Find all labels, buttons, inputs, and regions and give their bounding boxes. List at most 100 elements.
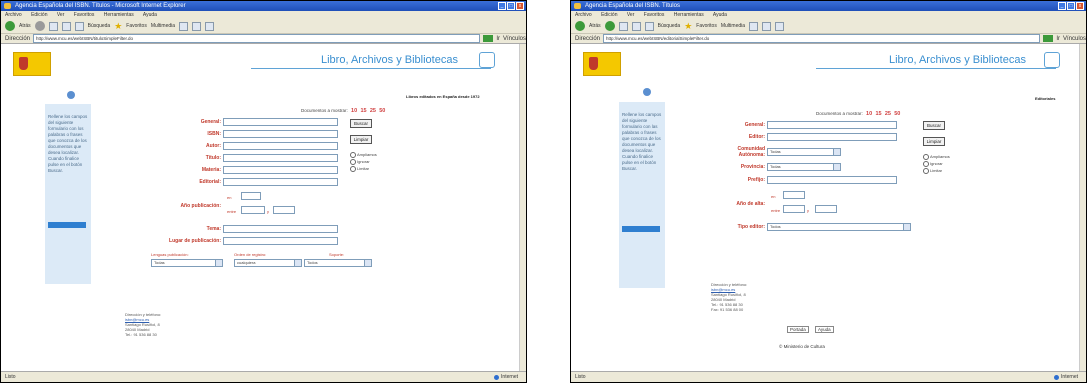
history-icon[interactable] <box>749 21 759 31</box>
multimedia-button[interactable]: Multimedia <box>151 23 175 29</box>
menu-archivo[interactable]: Archivo <box>5 12 22 18</box>
favorites-icon[interactable]: ★ <box>684 21 692 31</box>
year-from-input[interactable] <box>783 205 805 213</box>
year-from-input[interactable] <box>241 206 265 214</box>
radio-ampliamos[interactable]: Ampliamos <box>350 152 377 158</box>
forward-icon[interactable] <box>34 21 45 31</box>
menu-herramientas[interactable]: Herramientas <box>674 12 704 18</box>
print-icon[interactable] <box>205 21 215 31</box>
year-to-input[interactable] <box>815 205 837 213</box>
back-label[interactable]: Atrás <box>19 23 31 29</box>
favorites-icon[interactable]: ★ <box>114 21 122 31</box>
radio-ignorar[interactable]: Ignorar <box>923 161 943 167</box>
materia-input[interactable] <box>223 166 338 174</box>
radio-limitar[interactable]: Limitar <box>350 166 369 172</box>
pager-portada[interactable]: Portada <box>787 326 809 333</box>
title-bar[interactable]: Agencia Española del ISBN. Títulos - Mic… <box>1 1 526 11</box>
menu-ver[interactable]: Ver <box>57 12 65 18</box>
lenguas-select[interactable]: Todas <box>151 259 223 267</box>
menu-archivo[interactable]: Archivo <box>575 12 592 18</box>
clear-button[interactable]: Limpiar <box>923 137 945 146</box>
menu-favoritos[interactable]: Favoritos <box>74 12 95 18</box>
docs-option-10[interactable]: 10 <box>351 108 357 114</box>
go-label[interactable]: Ir <box>496 36 500 42</box>
search-button[interactable]: Buscar <box>923 121 945 130</box>
docs-option-50[interactable]: 50 <box>379 108 385 114</box>
title-bar[interactable]: Agencia Española del ISBN. Títulos _ □ x <box>571 1 1086 11</box>
back-icon[interactable] <box>5 21 15 31</box>
sidebar-button[interactable] <box>48 222 86 228</box>
refresh-icon[interactable] <box>61 21 71 31</box>
editorial-input[interactable] <box>223 178 338 186</box>
year-exact-input[interactable] <box>241 192 261 200</box>
url-input[interactable]: http://www.mcu.es/webISBN/tituloSimpleFi… <box>33 34 481 43</box>
go-label[interactable]: Ir <box>1056 36 1060 42</box>
menu-ver[interactable]: Ver <box>627 12 635 18</box>
forward-icon[interactable] <box>604 21 615 31</box>
lugar-publicacion-input[interactable] <box>223 237 338 245</box>
menu-edicion[interactable]: Edición <box>31 12 47 18</box>
docs-option-25[interactable]: 25 <box>370 108 376 114</box>
url-input[interactable]: http://www.mcu.es/webISBN/editorialSimpl… <box>603 34 1041 43</box>
maximize-button[interactable]: □ <box>1067 2 1075 10</box>
menu-herramientas[interactable]: Herramientas <box>104 12 134 18</box>
general-input[interactable] <box>767 121 897 129</box>
menu-edicion[interactable]: Edición <box>601 12 617 18</box>
maximize-button[interactable]: □ <box>507 2 515 10</box>
search-button[interactable]: Búsqueda <box>88 23 111 29</box>
search-button[interactable]: Buscar <box>350 119 372 128</box>
history-icon[interactable] <box>179 21 189 31</box>
back-label[interactable]: Atrás <box>589 23 601 29</box>
docs-option-15[interactable]: 15 <box>360 108 366 114</box>
general-input[interactable] <box>223 118 338 126</box>
go-button[interactable] <box>483 35 494 42</box>
titulo-input[interactable] <box>223 154 338 162</box>
docs-option-25[interactable]: 25 <box>885 111 891 117</box>
go-button[interactable] <box>1043 35 1054 42</box>
minimize-button[interactable]: _ <box>498 2 506 10</box>
isbn-input[interactable] <box>223 130 338 138</box>
stop-icon[interactable] <box>618 21 628 31</box>
year-exact-input[interactable] <box>783 191 805 199</box>
provincia-select[interactable]: Todas <box>767 163 841 171</box>
refresh-icon[interactable] <box>631 21 641 31</box>
back-icon[interactable] <box>575 21 585 31</box>
favorites-button[interactable]: Favoritos <box>126 23 147 29</box>
radio-ampliamos[interactable]: Ampliamos <box>923 154 950 160</box>
vertical-scrollbar[interactable] <box>519 44 526 372</box>
clear-button[interactable]: Limpiar <box>350 135 372 144</box>
editor-input[interactable] <box>767 133 897 141</box>
radio-limitar[interactable]: Limitar <box>923 168 942 174</box>
tema-input[interactable] <box>223 225 338 233</box>
docs-option-10[interactable]: 10 <box>866 111 872 117</box>
soporte-select[interactable]: Todos <box>304 259 372 267</box>
stop-icon[interactable] <box>48 21 58 31</box>
pager-ayuda[interactable]: Ayuda <box>815 326 834 333</box>
prefijo-input[interactable] <box>767 176 897 184</box>
home-icon[interactable] <box>74 21 84 31</box>
docs-option-15[interactable]: 15 <box>875 111 881 117</box>
year-to-input[interactable] <box>273 206 295 214</box>
radio-ignorar[interactable]: Ignorar <box>350 159 370 165</box>
menu-ayuda[interactable]: Ayuda <box>713 12 727 18</box>
autor-input[interactable] <box>223 142 338 150</box>
sidebar-button[interactable] <box>622 226 660 232</box>
close-button[interactable]: x <box>1076 2 1084 10</box>
menu-favoritos[interactable]: Favoritos <box>644 12 665 18</box>
favorites-button[interactable]: Favoritos <box>696 23 717 29</box>
close-button[interactable]: x <box>516 2 524 10</box>
tipo-editor-select[interactable]: Todos <box>767 223 911 231</box>
comunidad-select[interactable]: Todas <box>767 148 841 156</box>
vertical-scrollbar[interactable] <box>1079 44 1086 372</box>
links-label[interactable]: Vínculos <box>503 36 526 42</box>
docs-option-50[interactable]: 50 <box>894 111 900 117</box>
home-icon[interactable] <box>644 21 654 31</box>
orden-select[interactable]: cualquiera <box>234 259 302 267</box>
mail-icon[interactable] <box>192 21 202 31</box>
multimedia-button[interactable]: Multimedia <box>721 23 745 29</box>
links-label[interactable]: Vínculos <box>1063 36 1086 42</box>
mail-icon[interactable] <box>762 21 772 31</box>
menu-ayuda[interactable]: Ayuda <box>143 12 157 18</box>
search-button[interactable]: Búsqueda <box>658 23 681 29</box>
minimize-button[interactable]: _ <box>1058 2 1066 10</box>
